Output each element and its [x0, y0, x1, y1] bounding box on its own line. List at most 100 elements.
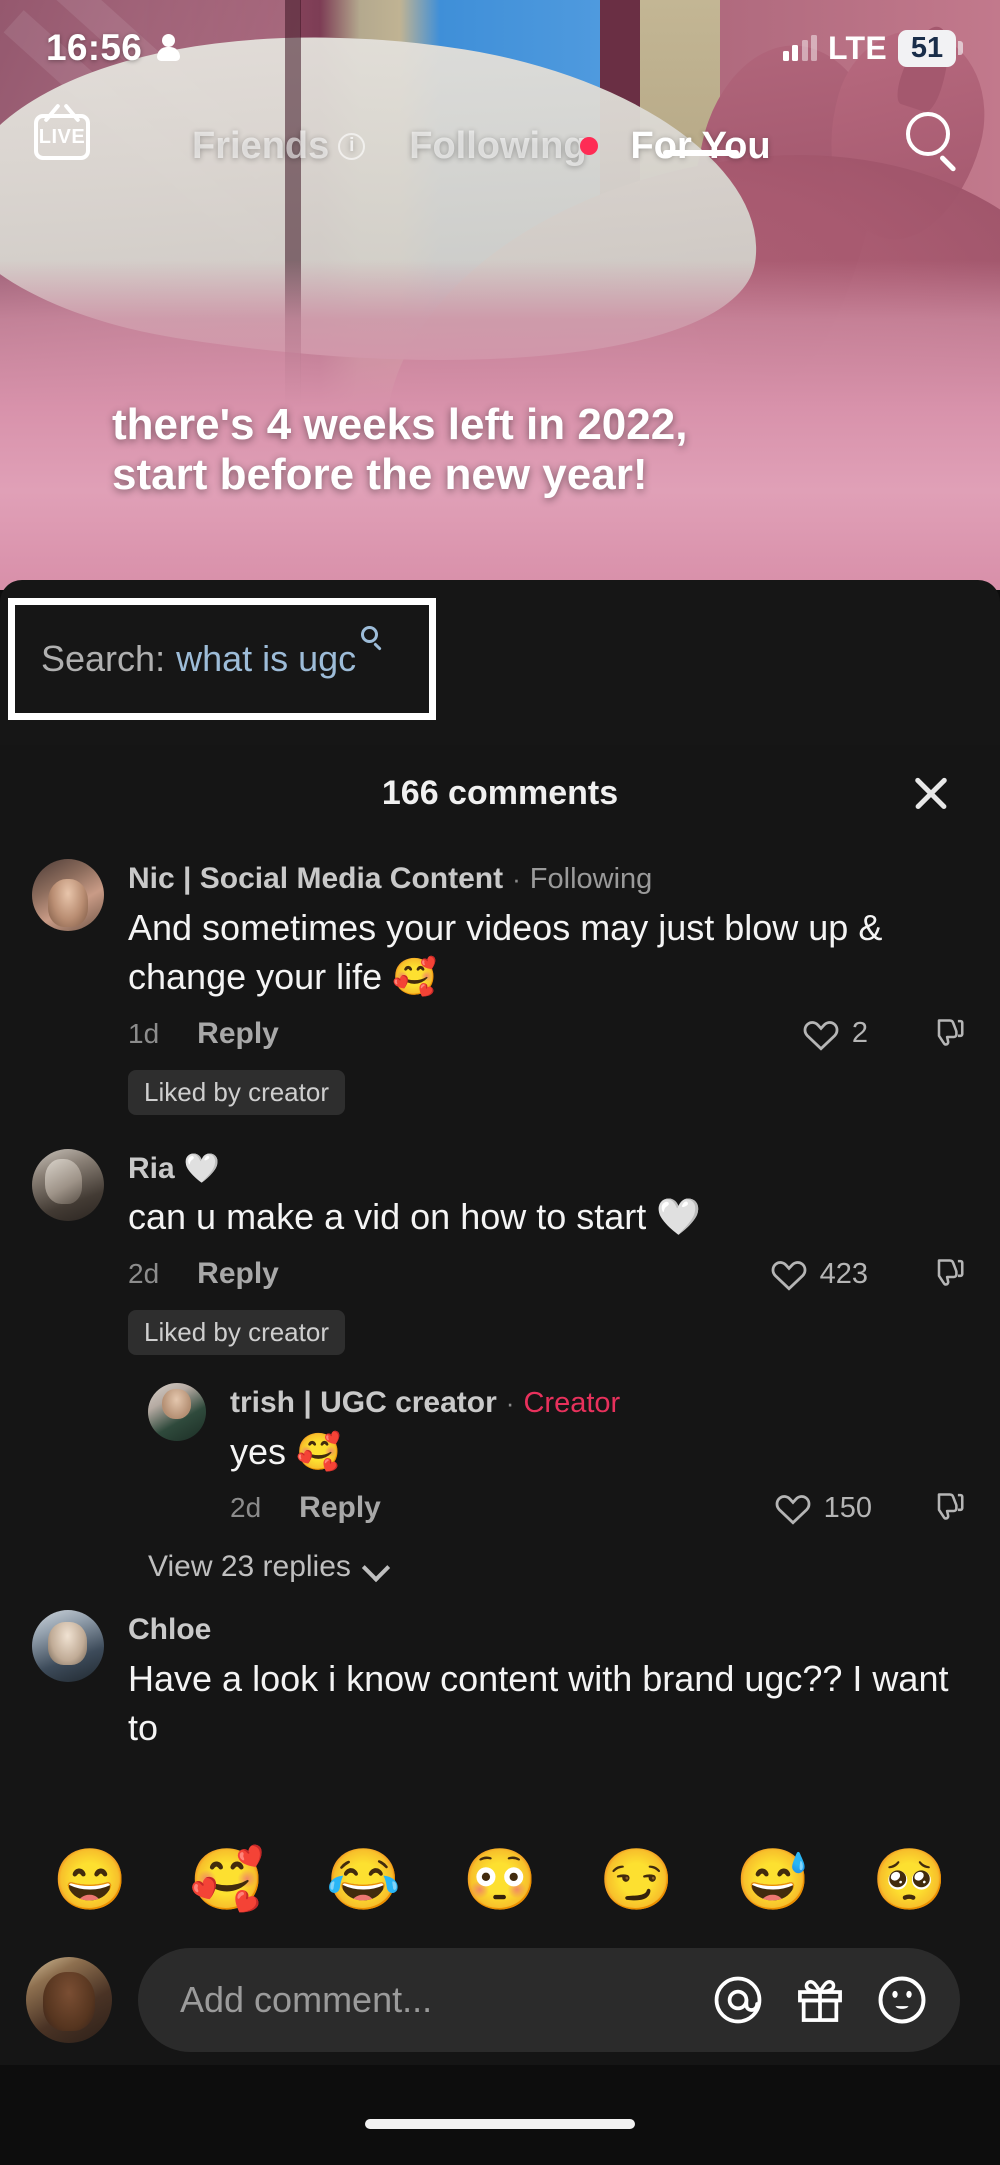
comment-username[interactable]: Chloe: [128, 1610, 211, 1651]
comment-like-button[interactable]: 423: [770, 1257, 868, 1291]
comment-separator: ·: [505, 1388, 515, 1419]
comment-user-row: Ria 🤍: [128, 1149, 966, 1190]
avatar[interactable]: [26, 1957, 112, 2043]
comment-body: Ria 🤍 can u make a vid on how to start 🤍…: [104, 1149, 966, 1356]
comment-timestamp: 2d: [230, 1492, 262, 1524]
comment-input-bar: Add comment...: [0, 1935, 1000, 2065]
emoji-joy[interactable]: 😂: [326, 1850, 401, 1910]
emoji-quick-bar: 😄 🥰 😂 😳 😏 😅 🥺: [0, 1825, 1000, 1935]
comment-like-button[interactable]: 2: [802, 1017, 868, 1051]
comment-body: Chloe Have a look i know content with br…: [104, 1610, 966, 1757]
comment-like-count: 2: [851, 1017, 868, 1050]
comment-meta-row: 2d Reply 150: [230, 1482, 966, 1534]
comments-count-title: 166 comments: [381, 773, 619, 812]
search-icon[interactable]: [906, 112, 960, 172]
avatar[interactable]: [32, 859, 104, 931]
video-caption-line-2: start before the new year!: [112, 449, 648, 499]
comment-user-row: Chloe: [128, 1610, 966, 1651]
search-icon: [361, 626, 383, 651]
emoji-sweat-smile[interactable]: 😅: [736, 1850, 811, 1910]
comment-text: Have a look i know content with brand ug…: [128, 1657, 949, 1749]
heart-icon: [802, 1017, 840, 1051]
emoji-pleading[interactable]: 🥺: [872, 1850, 947, 1910]
view-replies-button[interactable]: View 23 replies: [0, 1534, 1000, 1592]
info-icon[interactable]: i: [338, 132, 366, 160]
comment-like-button[interactable]: 150: [774, 1491, 872, 1525]
search-query-text: what is ugc: [176, 626, 382, 680]
comment-item[interactable]: Ria 🤍 can u make a vid on how to start 🤍…: [0, 1115, 1000, 1356]
emoji-smiling-hearts[interactable]: 🥰: [189, 1850, 264, 1910]
notification-dot-icon: [579, 136, 598, 155]
tab-for-you-label: For You: [630, 124, 771, 167]
add-comment-placeholder: Add comment...: [180, 1979, 433, 2020]
comment-text: And sometimes your videos may just blow …: [128, 906, 883, 998]
thumbs-down-icon[interactable]: [930, 1490, 966, 1526]
comment-reply-button[interactable]: Reply: [197, 1257, 279, 1291]
search-suggestion-button[interactable]: Search: what is ugc: [8, 598, 436, 720]
search-label: Search:: [41, 638, 166, 679]
status-bar: 16:56 LTE 51: [0, 0, 1000, 96]
comment-separator: ·: [512, 864, 521, 894]
comment-item[interactable]: Chloe Have a look i know content with br…: [0, 1592, 1000, 1757]
tab-friends[interactable]: Friends i: [170, 125, 387, 168]
video-caption-line-1: there's 4 weeks left in 2022,: [112, 400, 688, 449]
status-bar-left: 16:56: [46, 27, 181, 69]
tiktok-screen: 16:56 LTE 51 LIVE Friends i Following Fo…: [0, 0, 1000, 2165]
liked-by-creator-badge: Liked by creator: [128, 1310, 345, 1356]
comment-username[interactable]: trish | UGC creator: [230, 1383, 497, 1424]
at-mention-icon[interactable]: [710, 1972, 766, 2028]
search-query-value: what is ugc: [176, 638, 357, 679]
live-label: LIVE: [38, 126, 86, 148]
live-button[interactable]: LIVE: [33, 104, 91, 170]
gift-icon[interactable]: [792, 1972, 848, 2028]
comment-item-reply[interactable]: trish | UGC creator · Creator yes 🥰 2d R…: [0, 1355, 1000, 1534]
comment-like-count: 423: [819, 1257, 868, 1290]
emoji-face-icon[interactable]: [874, 1972, 930, 2028]
emoji-grinning[interactable]: 😄: [53, 1850, 128, 1910]
comment-text: can u make a vid on how to start 🤍: [128, 1196, 702, 1238]
emoji-flushed[interactable]: 😳: [463, 1850, 538, 1910]
feed-tabs: Friends i Following For You: [170, 96, 810, 196]
add-comment-input[interactable]: Add comment...: [138, 1948, 960, 2052]
thumbs-down-icon[interactable]: [930, 1256, 966, 1292]
comment-list: Nic | Social Media Content · Following A…: [0, 841, 1000, 1757]
avatar[interactable]: [32, 1610, 104, 1683]
search-suggestion-strip: Search: what is ugc: [0, 580, 1000, 745]
tab-following[interactable]: Following: [387, 125, 608, 168]
signal-bars-icon: [782, 35, 818, 61]
comment-timestamp: 2d: [128, 1258, 160, 1290]
active-tab-underline: [662, 149, 739, 156]
comment-body: trish | UGC creator · Creator yes 🥰 2d R…: [206, 1383, 966, 1534]
avatar[interactable]: [148, 1383, 206, 1442]
comment-timestamp: 1d: [128, 1017, 160, 1049]
white-heart-emoji: 🤍: [183, 1152, 220, 1185]
emoji-smirk[interactable]: 😏: [599, 1850, 674, 1910]
tab-friends-label: Friends: [192, 124, 330, 167]
comments-panel: 166 comments Nic | Social Media Content …: [0, 745, 1000, 1835]
comment-reply-button[interactable]: Reply: [299, 1491, 381, 1525]
comment-username[interactable]: Ria: [128, 1149, 175, 1190]
comment-meta-row: 1d Reply 2: [128, 1008, 966, 1060]
tab-for-you[interactable]: For You: [609, 125, 793, 168]
view-replies-label: View 23 replies: [148, 1550, 351, 1584]
avatar[interactable]: [32, 1148, 104, 1221]
battery-indicator: 51: [898, 29, 956, 67]
comment-user-row: trish | UGC creator · Creator: [230, 1383, 966, 1424]
comment-item[interactable]: Nic | Social Media Content · Following A…: [0, 841, 1000, 1115]
status-time: 16:56: [46, 27, 143, 68]
thumbs-down-icon[interactable]: [930, 1016, 966, 1052]
creator-badge: Creator: [523, 1387, 621, 1420]
comment-reply-button[interactable]: Reply: [197, 1017, 279, 1051]
comment-like-count: 150: [823, 1491, 872, 1524]
comment-user-row: Nic | Social Media Content · Following: [128, 859, 966, 900]
heart-icon: [774, 1491, 812, 1525]
network-label: LTE: [828, 29, 887, 66]
close-icon[interactable]: [910, 772, 952, 814]
heart-icon: [770, 1257, 808, 1291]
live-tv-icon: LIVE: [34, 114, 90, 160]
comment-username[interactable]: Nic | Social Media Content: [128, 859, 503, 900]
comment-meta-row: 2d Reply 423: [128, 1248, 966, 1300]
chevron-down-icon: [365, 1556, 387, 1578]
comment-input-icons: [710, 1972, 930, 2028]
person-icon: [156, 34, 181, 62]
